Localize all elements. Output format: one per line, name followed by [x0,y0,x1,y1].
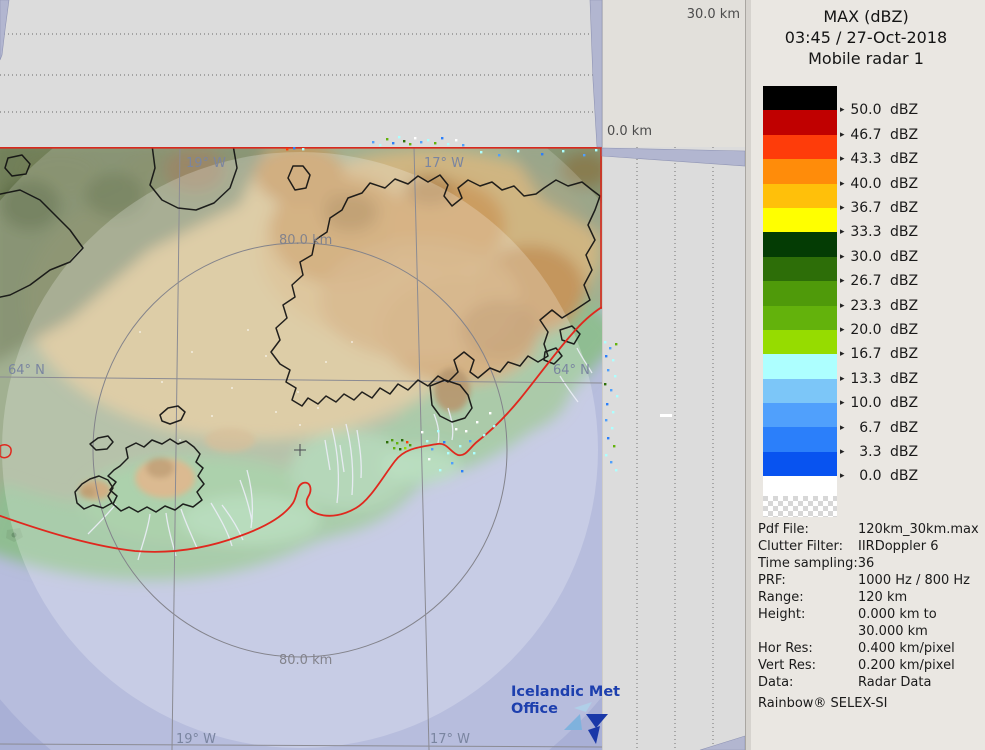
scale-tick-arrow-icon: ▸ [840,398,845,408]
info-row: Time sampling:36 [758,555,982,572]
range-ring-label-bottom: 80.0 km [279,653,332,668]
scale-band [763,257,837,281]
scale-label: ▸40.0 dBZ [840,176,918,192]
scale-band [763,86,837,110]
product-info: Pdf File:120km_30km.maxClutter Filter:II… [758,521,982,712]
lat-label-64n-right: 64° N [553,363,590,378]
scale-tick-arrow-icon: ▸ [840,276,845,286]
color-scale-below-min-block [763,476,837,496]
scale-tick-arrow-icon: ▸ [840,154,845,164]
scale-label: ▸3.3 dBZ [840,444,918,460]
scale-label: ▸0.0 dBZ [840,468,918,484]
lon-label-19w-bottom: 19° W [176,732,216,747]
scale-band [763,354,837,378]
info-row: Range:120 km [758,589,982,606]
scale-label: ▸16.7 dBZ [840,346,918,362]
scale-label: ▸43.3 dBZ [840,151,918,167]
range-ring-label-top: 80.0 km [279,233,332,248]
scale-band [763,232,837,256]
scale-tick-arrow-icon: ▸ [840,325,845,335]
scale-tick-arrow-icon: ▸ [840,179,845,189]
software-name: Rainbow® SELEX-SI [758,695,982,712]
legend-header: MAX (dBZ) 03:45 / 27-Oct-2018 Mobile rad… [746,6,985,69]
lon-label-17w-bottom: 17° W [430,732,470,747]
scale-label: ▸33.3 dBZ [840,224,918,240]
scale-band [763,281,837,305]
scale-band [763,135,837,159]
scale-tick-arrow-icon: ▸ [840,130,845,140]
cross-section-echo-dash [660,414,672,417]
met-office-logo: Icelandic Met Office [511,684,606,746]
scale-band [763,110,837,134]
scale-tick-arrow-icon: ▸ [840,447,845,457]
scale-band [763,306,837,330]
info-row: PRF:1000 Hz / 800 Hz [758,572,982,589]
scale-tick-arrow-icon: ▸ [840,227,845,237]
color-scale-labels: ▸50.0 dBZ ▸46.7 dBZ ▸43.3 dBZ ▸40.0 dBZ ▸36.… [840,86,980,486]
product-title: MAX (dBZ) [746,6,985,27]
scale-band [763,403,837,427]
info-row: Vert Res:0.200 km/pixel [758,657,982,674]
scale-label: ▸46.7 dBZ [840,127,918,143]
info-row-continuation: 30.000 km [758,623,982,640]
info-row: Hor Res:0.400 km/pixel [758,640,982,657]
scale-band [763,159,837,183]
lon-label-17w-top: 17° W [424,156,464,171]
scale-tick-arrow-icon: ▸ [840,203,845,213]
scale-label: ▸26.7 dBZ [840,273,918,289]
scale-band [763,427,837,451]
lat-label-64n-left: 64° N [8,363,45,378]
scale-tick-arrow-icon: ▸ [840,252,845,262]
met-office-logo-mark [562,698,612,748]
info-row: Data:Radar Data [758,674,982,691]
scale-label: ▸6.7 dBZ [840,420,918,436]
scale-tick-arrow-icon: ▸ [840,471,845,481]
scale-tick-arrow-icon: ▸ [840,374,845,384]
scale-band [763,379,837,403]
scale-band [763,452,837,476]
info-row: Clutter Filter:IIRDoppler 6 [758,538,982,555]
scale-label: ▸10.0 dBZ [840,395,918,411]
info-row: Pdf File:120km_30km.max [758,521,982,538]
radar-name: Mobile radar 1 [746,48,985,69]
scale-label: ▸20.0 dBZ [840,322,918,338]
scale-tick-arrow-icon: ▸ [840,349,845,359]
height-axis-min-label: 0.0 km [607,124,652,139]
scale-label: ▸13.3 dBZ [840,371,918,387]
height-axis-max-label: 30.0 km [602,7,740,22]
product-datetime: 03:45 / 27-Oct-2018 [746,27,985,48]
scale-label: ▸23.3 dBZ [840,298,918,314]
scale-label: ▸36.7 dBZ [840,200,918,216]
color-scale-bands [763,86,837,476]
scale-band [763,184,837,208]
radar-map[interactable]: 19° W 17° W 64° N 64° N 19° W 17° W 80.0… [0,60,690,750]
info-row: Height:0.000 km to [758,606,982,623]
scale-tick-arrow-icon: ▸ [840,423,845,433]
scale-tick-arrow-icon: ▸ [840,301,845,311]
color-scale-transparent-block [763,496,837,517]
scale-band [763,208,837,232]
lon-label-19w-top: 19° W [186,156,226,171]
scale-tick-arrow-icon: ▸ [840,105,845,115]
scale-label: ▸50.0 dBZ [840,102,918,118]
scale-label: ▸30.0 dBZ [840,249,918,265]
legend-panel: MAX (dBZ) 03:45 / 27-Oct-2018 Mobile rad… [745,0,985,750]
scale-band [763,330,837,354]
